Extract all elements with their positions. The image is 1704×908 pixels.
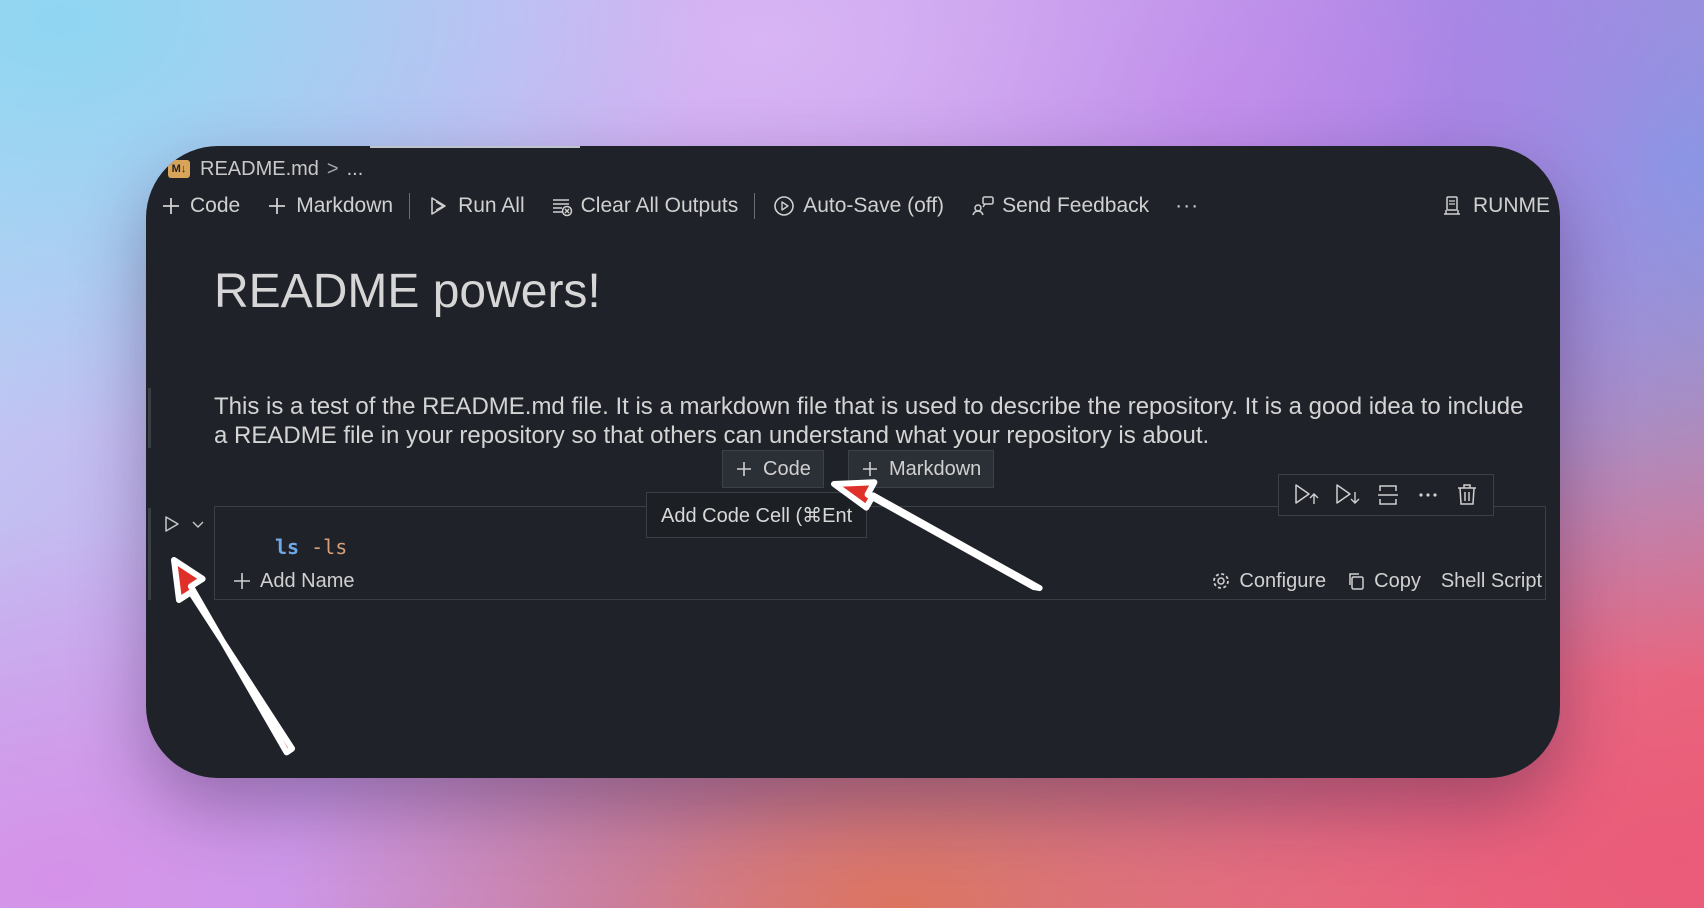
markdown-file-icon: M↓ xyxy=(168,160,190,178)
more-actions-button[interactable]: ··· xyxy=(1175,194,1199,218)
split-cell-icon[interactable] xyxy=(1375,482,1401,508)
cell-footer: Add Name Configure Copy Shell Script xyxy=(232,566,1542,596)
code-editor[interactable]: ls -ls xyxy=(275,535,347,559)
runme-button[interactable]: RUNME xyxy=(1441,188,1550,224)
more-icon[interactable] xyxy=(1415,482,1441,508)
breadcrumb-more[interactable]: ... xyxy=(347,158,364,181)
runme-icon xyxy=(1444,196,1460,215)
autosave-icon xyxy=(774,196,795,216)
insert-markdown-cell-button[interactable]: Markdown xyxy=(848,450,995,488)
code-flag: -ls xyxy=(311,535,348,559)
cell-run-controls xyxy=(162,514,206,534)
plus-icon xyxy=(234,573,250,589)
chevron-down-icon[interactable] xyxy=(190,516,206,532)
markdown-heading: README powers! xyxy=(214,265,601,318)
autosave-label: Auto-Save (off) xyxy=(803,194,945,217)
run-all-icon xyxy=(431,197,446,215)
breadcrumb-separator: > xyxy=(326,157,339,180)
trash-icon[interactable] xyxy=(1454,482,1480,508)
add-code-button[interactable]: Code xyxy=(160,194,240,218)
progress-indicator xyxy=(370,146,580,148)
copy-icon xyxy=(1349,573,1364,590)
send-feedback-button[interactable]: Send Feedback xyxy=(972,194,1149,218)
more-icon: ··· xyxy=(1175,194,1200,217)
insert-code-cell-button[interactable]: Code xyxy=(722,450,824,488)
copy-label: Copy xyxy=(1374,569,1421,592)
send-feedback-label: Send Feedback xyxy=(1002,194,1150,217)
markdown-paragraph: This is a test of the README.md file. It… xyxy=(214,393,1524,449)
run-all-button[interactable]: Run All xyxy=(428,194,525,218)
notebook-toolbar: Code Markdown Run All Clear All Outputs … xyxy=(160,188,1560,224)
breadcrumb-file[interactable]: README.md xyxy=(200,158,319,181)
language-selector[interactable]: Shell Script xyxy=(1441,570,1542,593)
run-below-icon[interactable] xyxy=(1333,482,1361,508)
run-all-label: Run All xyxy=(458,194,525,217)
notebook-window: M↓ README.md > ... Code Markdown Run All… xyxy=(146,146,1560,778)
add-code-cell-tooltip: Add Code Cell (⌘Ent xyxy=(646,492,868,538)
add-code-label: Code xyxy=(190,194,241,217)
run-above-icon[interactable] xyxy=(1292,482,1320,508)
code-command: ls xyxy=(275,535,300,559)
plus-icon xyxy=(163,198,179,214)
configure-button[interactable]: Configure xyxy=(1211,570,1326,593)
breadcrumb: M↓ README.md > ... xyxy=(168,158,363,180)
autosave-button[interactable]: Auto-Save (off) xyxy=(773,194,944,218)
cell-action-toolbar xyxy=(1278,474,1494,516)
run-cell-icon[interactable] xyxy=(162,514,182,534)
clear-outputs-label: Clear All Outputs xyxy=(580,194,739,217)
insert-markdown-label: Markdown xyxy=(889,457,982,480)
cell-focus-indicator xyxy=(148,388,151,448)
plus-icon xyxy=(269,198,286,214)
add-markdown-label: Markdown xyxy=(296,194,394,217)
feedback-icon xyxy=(972,196,994,216)
add-name-label: Add Name xyxy=(260,569,355,592)
plus-icon xyxy=(737,462,751,476)
toolbar-divider xyxy=(409,193,411,219)
clear-outputs-button[interactable]: Clear All Outputs xyxy=(551,194,739,218)
configure-label: Configure xyxy=(1239,569,1327,592)
copy-button[interactable]: Copy xyxy=(1346,570,1421,593)
cell-focus-indicator xyxy=(148,508,151,600)
toolbar-divider xyxy=(754,193,756,219)
plus-icon xyxy=(863,462,877,476)
language-label: Shell Script xyxy=(1440,569,1542,592)
clear-outputs-icon xyxy=(552,199,572,217)
runme-label: RUNME xyxy=(1473,194,1550,217)
add-markdown-button[interactable]: Markdown xyxy=(266,194,393,218)
insert-code-label: Code xyxy=(763,457,811,480)
gear-icon xyxy=(1213,573,1230,589)
add-name-button[interactable]: Add Name xyxy=(232,570,355,593)
